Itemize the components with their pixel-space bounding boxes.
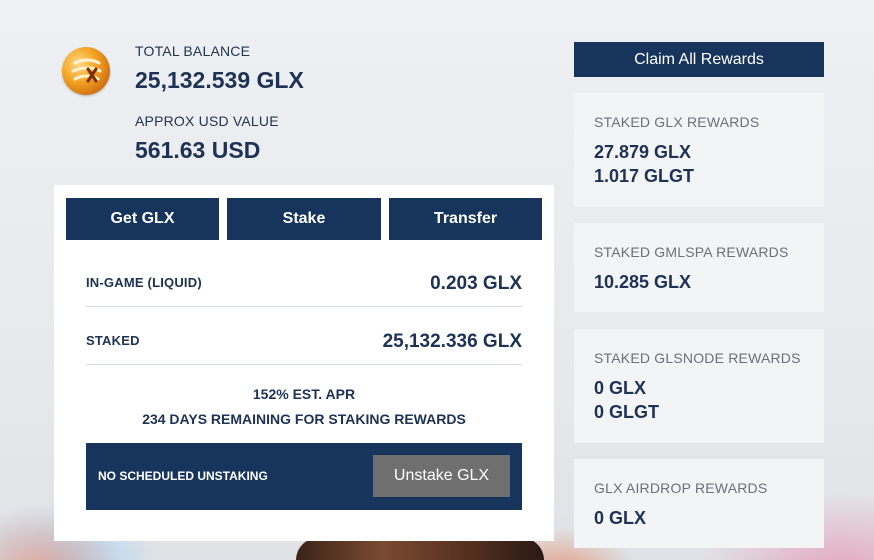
staked-value: 25,132.336 GLX <box>382 331 522 352</box>
reward-value: 0 GLGT <box>594 402 660 422</box>
claim-all-rewards-button[interactable]: Claim All Rewards <box>574 42 824 77</box>
unstake-glx-button[interactable]: Unstake GLX <box>373 455 510 497</box>
reward-value: 27.879 GLX <box>594 142 692 162</box>
staked-glx-rewards-card: STAKED GLX REWARDS 27.879 GLX 1.017 GLGT <box>574 93 824 207</box>
reward-title: GLX AIRDROP REWARDS <box>594 480 768 496</box>
reward-value: 0 GLX <box>594 378 647 398</box>
reward-value: 0 GLX <box>594 508 647 528</box>
reward-value: 1.017 GLGT <box>594 166 695 186</box>
staked-label: STAKED <box>86 333 140 348</box>
in-game-liquid-value: 0.203 GLX <box>430 273 522 294</box>
reward-title: STAKED GLSNODE REWARDS <box>594 350 801 366</box>
transfer-button[interactable]: Transfer <box>389 198 542 240</box>
background-artwork <box>296 538 544 560</box>
get-glx-button[interactable]: Get GLX <box>66 198 219 240</box>
reward-title: STAKED GLX REWARDS <box>594 114 760 130</box>
stake-button[interactable]: Stake <box>227 198 381 240</box>
in-game-liquid-label: IN-GAME (LIQUID) <box>86 275 202 290</box>
reward-value: 10.285 GLX <box>594 272 692 292</box>
unstake-panel: NO SCHEDULED UNSTAKING Unstake GLX <box>86 443 522 510</box>
balance-card: Get GLX Stake Transfer IN-GAME (LIQUID) … <box>54 185 554 541</box>
staked-glsnode-rewards-card: STAKED GLSNODE REWARDS 0 GLX 0 GLGT <box>574 329 824 443</box>
glx-airdrop-rewards-card: GLX AIRDROP REWARDS 0 GLX <box>574 459 824 548</box>
reward-title: STAKED GMLSPA REWARDS <box>594 244 789 260</box>
days-remaining-text: 234 DAYS REMAINING FOR STAKING REWARDS <box>142 411 466 427</box>
staked-gmlspa-rewards-card: STAKED GMLSPA REWARDS 10.285 GLX <box>574 223 824 312</box>
unstake-status-text: NO SCHEDULED UNSTAKING <box>98 469 268 483</box>
total-balance-label: TOTAL BALANCE <box>135 43 251 59</box>
est-apr-text: 152% EST. APR <box>252 386 356 402</box>
divider <box>86 364 522 365</box>
total-balance-value: 25,132.539 GLX <box>135 67 304 93</box>
usd-value-label: APPROX USD VALUE <box>135 113 279 129</box>
divider <box>86 306 522 307</box>
glx-coin-logo-icon <box>62 47 110 95</box>
usd-value: 561.63 USD <box>135 137 261 163</box>
